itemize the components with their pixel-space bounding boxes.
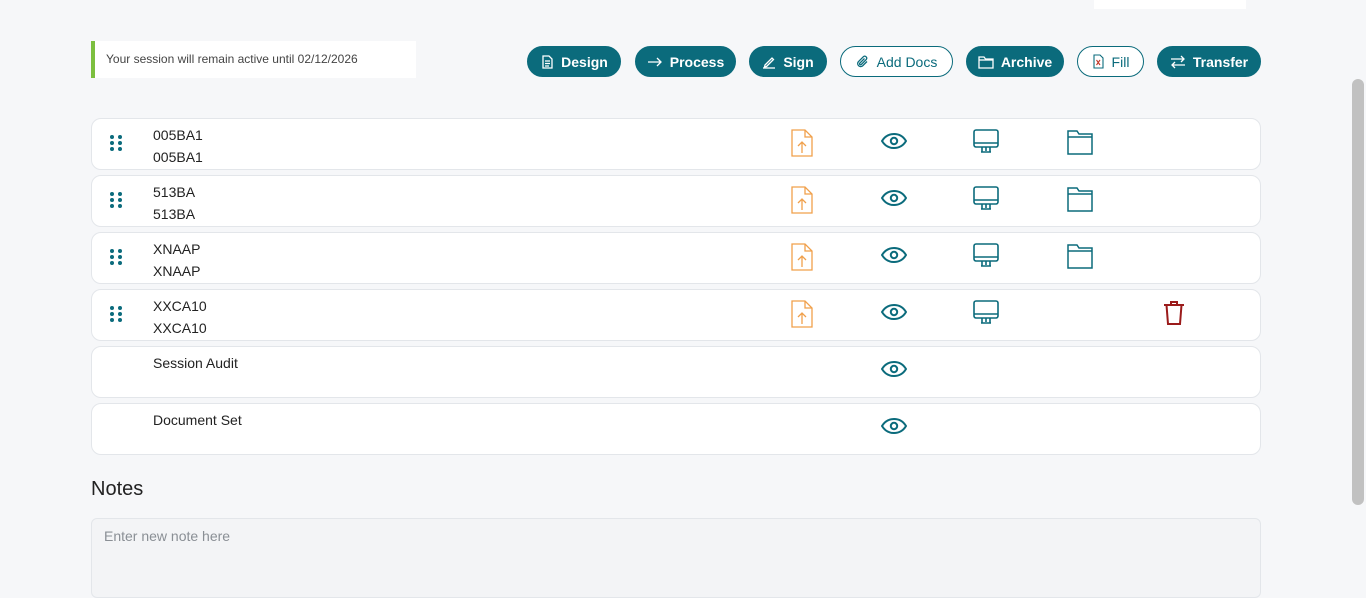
folder-icon — [978, 55, 994, 69]
file-upload-icon[interactable] — [791, 129, 813, 157]
transfer-button-label: Transfer — [1192, 53, 1249, 70]
document-row[interactable]: XXCA10 XXCA10 — [91, 289, 1261, 341]
desktop-monitor-icon[interactable] — [973, 300, 999, 326]
document-code: XNAAP — [153, 263, 201, 279]
desktop-monitor-icon[interactable] — [973, 243, 999, 269]
excel-file-icon — [1092, 54, 1104, 69]
document-name: Document Set — [153, 412, 242, 428]
document-row[interactable]: 005BA1 005BA1 — [91, 118, 1261, 170]
add-docs-button-label: Add Docs — [876, 53, 938, 70]
document-name: XNAAP — [153, 241, 201, 257]
design-button[interactable]: Design — [527, 46, 621, 77]
archive-button-label: Archive — [1000, 53, 1053, 70]
document-name: 513BA — [153, 184, 196, 200]
file-upload-icon[interactable] — [791, 243, 813, 271]
document-code: XXCA10 — [153, 320, 207, 336]
view-eye-icon[interactable] — [881, 361, 907, 377]
delete-trash-icon[interactable] — [1163, 300, 1185, 326]
document-name: Session Audit — [153, 355, 238, 371]
transfer-button[interactable]: Transfer — [1157, 46, 1261, 77]
drag-handle-icon[interactable] — [109, 134, 123, 152]
scrollbar-thumb[interactable] — [1352, 79, 1364, 505]
document-icon — [542, 54, 553, 69]
view-eye-icon[interactable] — [881, 304, 907, 320]
view-eye-icon[interactable] — [881, 133, 907, 149]
file-upload-icon[interactable] — [791, 300, 813, 328]
process-button[interactable]: Process — [635, 46, 736, 77]
folder-icon[interactable] — [1067, 186, 1093, 212]
session-banner: Your session will remain active until 02… — [91, 41, 416, 78]
document-row[interactable]: Document Set — [91, 403, 1261, 455]
view-eye-icon[interactable] — [881, 247, 907, 263]
document-name: 005BA1 — [153, 127, 203, 143]
file-upload-icon[interactable] — [791, 186, 813, 214]
archive-button[interactable]: Archive — [966, 46, 1064, 77]
document-code: 513BA — [153, 206, 196, 222]
desktop-monitor-icon[interactable] — [973, 186, 999, 212]
document-row[interactable]: Session Audit — [91, 346, 1261, 398]
header-stub — [1094, 0, 1246, 9]
view-eye-icon[interactable] — [881, 418, 907, 434]
view-eye-icon[interactable] — [881, 190, 907, 206]
swap-arrows-icon — [1170, 55, 1185, 68]
sign-button[interactable]: Sign — [749, 46, 827, 77]
notes-input[interactable] — [91, 518, 1261, 598]
drag-handle-icon[interactable] — [109, 248, 123, 266]
document-row[interactable]: 513BA 513BA — [91, 175, 1261, 227]
process-button-label: Process — [669, 53, 725, 70]
folder-icon[interactable] — [1067, 129, 1093, 155]
notes-heading: Notes — [91, 478, 144, 500]
drag-handle-icon[interactable] — [109, 191, 123, 209]
session-banner-text: Your session will remain active until 02… — [106, 52, 358, 66]
fill-button[interactable]: Fill — [1077, 46, 1144, 77]
document-name: XXCA10 — [153, 298, 207, 314]
drag-handle-icon[interactable] — [109, 305, 123, 323]
desktop-monitor-icon[interactable] — [973, 129, 999, 155]
paperclip-icon — [856, 55, 868, 67]
sign-button-label: Sign — [783, 53, 814, 70]
fill-button-label: Fill — [1111, 53, 1130, 70]
document-row[interactable]: XNAAP XNAAP — [91, 232, 1261, 284]
arrow-right-icon — [647, 57, 662, 66]
document-code: 005BA1 — [153, 149, 203, 165]
pen-icon — [763, 56, 776, 69]
folder-icon[interactable] — [1067, 243, 1093, 269]
add-docs-button[interactable]: Add Docs — [840, 46, 953, 77]
design-button-label: Design — [561, 53, 608, 70]
